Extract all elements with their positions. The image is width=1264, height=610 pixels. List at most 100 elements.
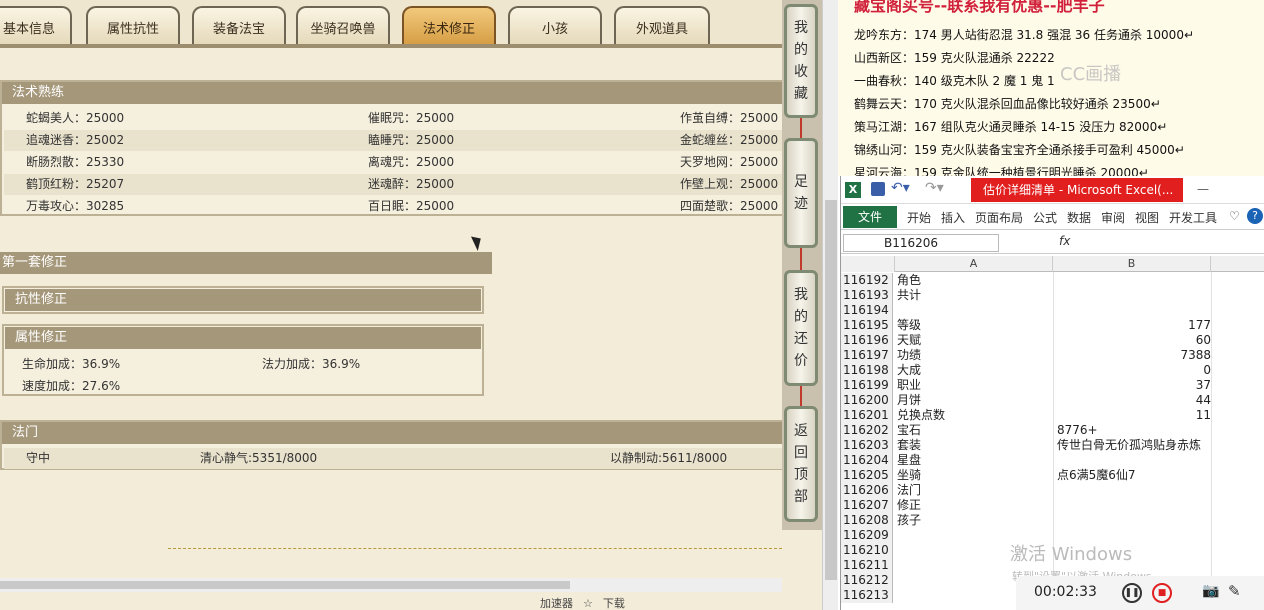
cell-a[interactable]: 天赋 xyxy=(897,333,1055,348)
sheet-row[interactable]: 116204 星盘 xyxy=(841,453,1264,468)
sheet-row[interactable]: 116199 职业 37 xyxy=(841,378,1264,393)
star-icon[interactable]: ☆ xyxy=(583,597,593,610)
row-number[interactable]: 116206 xyxy=(841,483,893,498)
save-icon[interactable] xyxy=(871,182,885,196)
minimize-icon[interactable]: — xyxy=(1197,182,1209,196)
row-number[interactable]: 116194 xyxy=(841,303,893,318)
row-number[interactable]: 116201 xyxy=(841,408,893,423)
sheet-row[interactable]: 116194 xyxy=(841,303,1264,318)
cell-a[interactable]: 孩子 xyxy=(897,513,1055,528)
cell-b[interactable]: 0 xyxy=(1057,363,1211,378)
heart-icon[interactable]: ♡ xyxy=(1229,209,1240,223)
name-box[interactable]: B116206 xyxy=(843,234,999,252)
redo-icon[interactable]: ↷▾ xyxy=(925,180,944,196)
sheet-row[interactable]: 116198 大成 0 xyxy=(841,363,1264,378)
cell-a[interactable]: 法门 xyxy=(897,483,1055,498)
cell-b[interactable]: 60 xyxy=(1057,333,1211,348)
cell-b[interactable]: 177 xyxy=(1057,318,1211,333)
cell-a[interactable]: 修正 xyxy=(897,498,1055,513)
row-number[interactable]: 116193 xyxy=(841,288,893,303)
back-to-top-button[interactable]: 返 回 顶 部 xyxy=(784,406,818,522)
ribbon-tab[interactable]: 页面布局 xyxy=(975,209,1023,226)
help-icon[interactable]: ? xyxy=(1247,208,1263,224)
ribbon-tab[interactable]: 视图 xyxy=(1135,209,1159,226)
row-number[interactable]: 116212 xyxy=(841,573,893,588)
tab-mounts-pets[interactable]: 坐骑召唤兽 xyxy=(296,6,390,46)
row-number[interactable]: 116208 xyxy=(841,513,893,528)
scroll-thumb[interactable] xyxy=(0,581,570,589)
horizontal-scrollbar[interactable] xyxy=(0,578,782,592)
cell-a[interactable]: 大成 xyxy=(897,363,1055,378)
row-number[interactable]: 116207 xyxy=(841,498,893,513)
row-number[interactable]: 116199 xyxy=(841,378,893,393)
row-number[interactable]: 116198 xyxy=(841,363,893,378)
sheet-row[interactable]: 116201 兑换点数 11 xyxy=(841,408,1264,423)
accelerator-label[interactable]: 加速器 xyxy=(540,595,573,610)
cell-a[interactable]: 套装 xyxy=(897,438,1055,453)
ribbon-tab[interactable]: 开始 xyxy=(907,209,931,226)
sheet-row[interactable]: 116205 坐骑 点6满5魔6仙7 xyxy=(841,468,1264,483)
column-b-header[interactable]: B xyxy=(1053,256,1211,272)
cell-b[interactable]: 传世白骨无价孤鸿贴身赤炼 xyxy=(1057,438,1211,453)
cell-a[interactable]: 月饼 xyxy=(897,393,1055,408)
download-label[interactable]: 下载 xyxy=(603,595,625,610)
column-a-header[interactable]: A xyxy=(895,256,1053,272)
sheet-row[interactable]: 116196 天赋 60 xyxy=(841,333,1264,348)
cell-a[interactable]: 职业 xyxy=(897,378,1055,393)
sheet-row[interactable]: 116208 孩子 xyxy=(841,513,1264,528)
tab-basic-info[interactable]: 基本信息 xyxy=(0,6,72,46)
ribbon-tab[interactable]: 数据 xyxy=(1067,209,1091,226)
row-number[interactable]: 116195 xyxy=(841,318,893,333)
corner-cell[interactable] xyxy=(841,256,895,272)
fx-icon[interactable]: fx xyxy=(1059,234,1070,248)
cell-a[interactable]: 兑换点数 xyxy=(897,408,1055,423)
tab-child[interactable]: 小孩 xyxy=(508,6,602,46)
cell-a[interactable]: 坐骑 xyxy=(897,468,1055,483)
undo-icon[interactable]: ↶▾ xyxy=(891,180,910,196)
ribbon-tab[interactable]: 插入 xyxy=(941,209,965,226)
ribbon-tab[interactable]: 公式 xyxy=(1033,209,1057,226)
my-favorites-button[interactable]: 我 的 收 藏 xyxy=(784,4,818,118)
stop-icon[interactable]: ■ xyxy=(1152,583,1172,603)
sheet-row[interactable]: 116200 月饼 44 xyxy=(841,393,1264,408)
footprints-button[interactable]: 足 迹 xyxy=(784,138,818,248)
row-number[interactable]: 116210 xyxy=(841,543,893,558)
row-number[interactable]: 116205 xyxy=(841,468,893,483)
cell-b[interactable]: 11 xyxy=(1057,408,1211,423)
sheet-row[interactable]: 116195 等级 177 xyxy=(841,318,1264,333)
cell-b[interactable]: 44 xyxy=(1057,393,1211,408)
sheet-row[interactable]: 116206 法门 xyxy=(841,483,1264,498)
sheet-row[interactable]: 116203 套装 传世白骨无价孤鸿贴身赤炼 xyxy=(841,438,1264,453)
sheet-row[interactable]: 116207 修正 xyxy=(841,498,1264,513)
row-number[interactable]: 116200 xyxy=(841,393,893,408)
cell-b[interactable]: 8776+ xyxy=(1057,423,1211,438)
pause-icon[interactable]: ❚❚ xyxy=(1122,583,1142,603)
file-tab[interactable]: 文件 xyxy=(843,206,897,228)
my-offers-button[interactable]: 我 的 还 价 xyxy=(784,270,818,386)
tab-appearance[interactable]: 外观道具 xyxy=(614,6,710,46)
cell-a[interactable]: 功绩 xyxy=(897,348,1055,363)
camera-icon[interactable]: 📷 xyxy=(1202,583,1219,599)
row-number[interactable]: 116192 xyxy=(841,273,893,288)
pen-icon[interactable]: ✎ xyxy=(1228,582,1241,600)
tab-spell-correction[interactable]: 法术修正 xyxy=(402,6,496,46)
ribbon-tab[interactable]: 开发工具 xyxy=(1169,209,1217,226)
tab-equipment[interactable]: 装备法宝 xyxy=(192,6,286,46)
row-number[interactable]: 116209 xyxy=(841,528,893,543)
sheet-row[interactable]: 116192 角色 xyxy=(841,273,1264,288)
cell-a[interactable]: 等级 xyxy=(897,318,1055,333)
cell-b[interactable]: 点6满5魔6仙7 xyxy=(1057,468,1211,483)
vertical-scrollbar[interactable] xyxy=(822,0,838,610)
cell-b[interactable]: 37 xyxy=(1057,378,1211,393)
row-number[interactable]: 116197 xyxy=(841,348,893,363)
sheet-row[interactable]: 116193 共计 xyxy=(841,288,1264,303)
cell-a[interactable]: 星盘 xyxy=(897,453,1055,468)
ribbon-tab[interactable]: 审阅 xyxy=(1101,209,1125,226)
row-number[interactable]: 116203 xyxy=(841,438,893,453)
row-number[interactable]: 116204 xyxy=(841,453,893,468)
cell-a[interactable]: 角色 xyxy=(897,273,1055,288)
row-number[interactable]: 116196 xyxy=(841,333,893,348)
cell-b[interactable]: 7388 xyxy=(1057,348,1211,363)
row-number[interactable]: 116213 xyxy=(841,588,893,603)
tab-attr-resist[interactable]: 属性抗性 xyxy=(86,6,180,46)
